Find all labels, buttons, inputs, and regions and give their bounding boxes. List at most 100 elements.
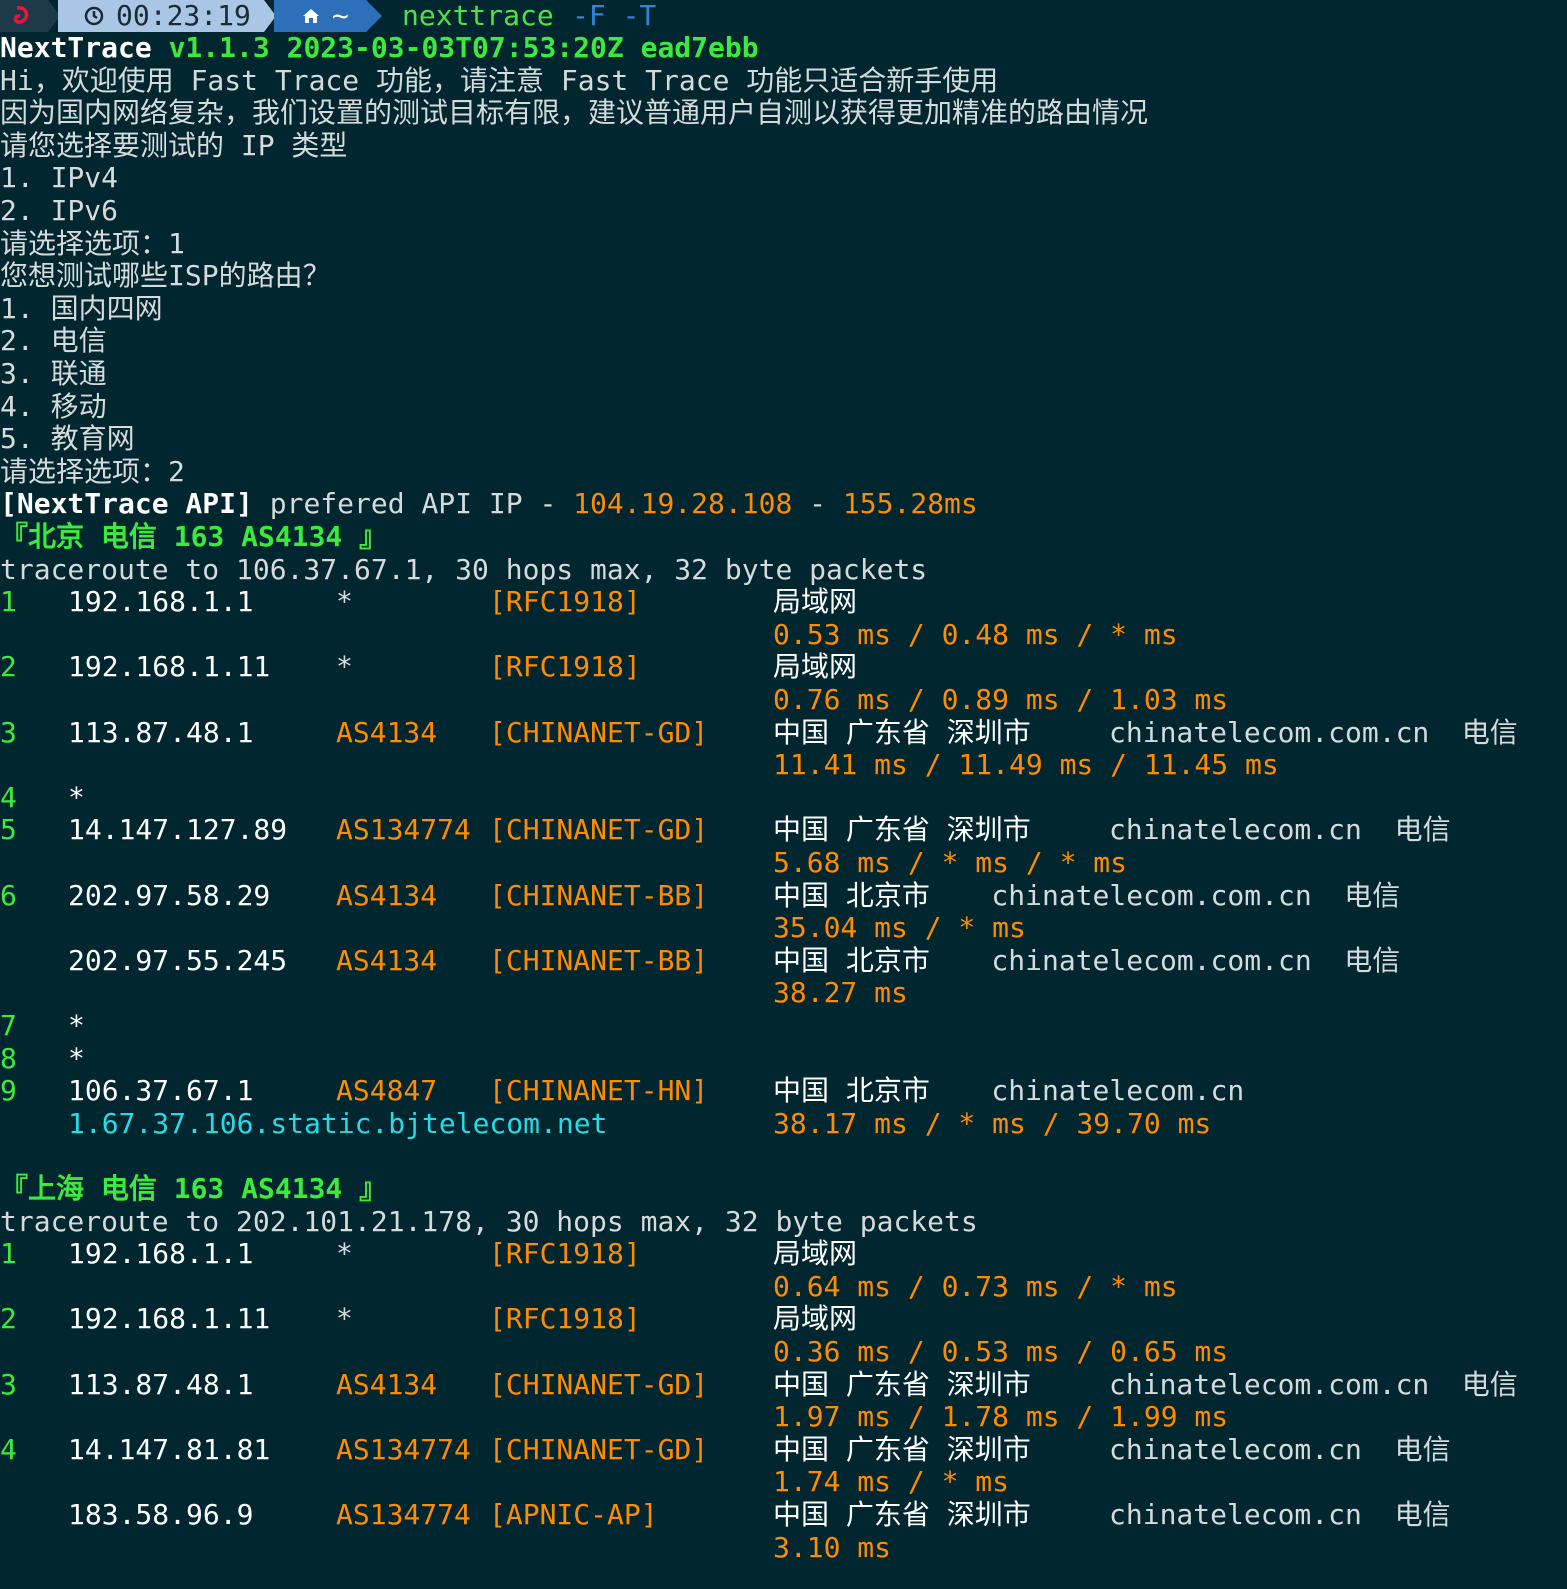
hop-geo: 局域网: [773, 1302, 858, 1336]
traceroute-text: traceroute to 202.101.21.178, 30 hops ma…: [0, 1204, 978, 1238]
hop-ip: 192.168.1.11: [68, 1302, 271, 1336]
time-segment: 00:23:19: [58, 0, 264, 32]
hop-isp: 电信: [1461, 715, 1518, 749]
api-sep: -: [792, 487, 843, 521]
hop-geo: 中国 广东省 深圳市: [773, 1432, 1031, 1466]
hop-isp: 电信: [1394, 813, 1451, 847]
hop-domain: chinatelecom.com.cn: [1109, 1367, 1430, 1401]
hop-hostname: 1.67.37.106.static.bjtelecom.net: [68, 1106, 608, 1140]
hop-geo: 局域网: [773, 650, 858, 684]
intro-text: 2. IPv6: [0, 194, 119, 227]
hop-network: [RFC1918]: [489, 1237, 641, 1271]
hop-ip: 183.58.96.9: [68, 1498, 254, 1531]
hop-ip: 113.87.48.1: [68, 1367, 254, 1401]
intro-text: 因为国内网络复杂，我们设置的测试目标有限，建议普通用户自测以获得更加精准的路由情…: [0, 96, 1149, 130]
hop-number: 6: [0, 878, 17, 912]
hop-asn: AS134774: [336, 1432, 471, 1466]
hop-rtt: 1.97 ms / 1.78 ms / 1.99 ms: [773, 1400, 1229, 1434]
hop-ip: 113.87.48.1: [68, 715, 254, 749]
hop-geo: 中国 广东省 深圳市: [773, 1498, 1031, 1531]
hop-ip: *: [68, 780, 85, 814]
hop-ip: 14.147.81.81: [68, 1432, 271, 1466]
hop-domain: chinatelecom.cn: [991, 1074, 1245, 1108]
api-latency: 155.28ms: [842, 487, 978, 521]
hop-ip: 192.168.1.1: [68, 585, 254, 619]
traceroute-header: traceroute to 202.101.21.178, 30 hops ma…: [0, 1204, 978, 1239]
hop-domain: chinatelecom.cn: [1109, 813, 1362, 847]
hop-number: 1: [0, 585, 17, 619]
section-title: 『北京 电信 163 AS4134 』: [0, 520, 388, 554]
intro-text: 2. 电信: [0, 324, 107, 358]
hop-network: [CHINANET-BB]: [489, 878, 709, 912]
api-line: [NextTrace API] prefered API IP - 104.19…: [0, 488, 978, 521]
hop-number: 2: [0, 1302, 17, 1336]
hop-geo: 中国 广东省 深圳市: [773, 813, 1031, 847]
intro-text: 请选择选项：2: [0, 454, 185, 488]
hop-rtt: 0.64 ms / 0.73 ms / * ms: [773, 1269, 1178, 1303]
hop-rtt: 38.27 ms: [773, 976, 908, 1010]
hop-ip: 14.147.127.89: [68, 813, 288, 847]
command-name: nexttrace: [402, 0, 554, 32]
intro-text: 3. 联通: [0, 357, 107, 390]
prompt-time: 00:23:19: [116, 0, 251, 32]
intro-text: 您想测试哪些ISP的路由？: [0, 259, 331, 293]
intro-line: Hi，欢迎使用 Fast Trace 功能，请注意 Fast Trace 功能只…: [0, 64, 998, 98]
intro-text: 1. 国内四网: [0, 291, 163, 325]
clock-icon: [84, 6, 104, 26]
hop-domain: chinatelecom.cn: [1109, 1498, 1362, 1531]
app-name: NextTrace: [0, 31, 152, 64]
hop-domain: chinatelecom.com.cn: [991, 943, 1312, 977]
hop-asn: *: [336, 1237, 353, 1271]
intro-line: 1. IPv4: [0, 162, 118, 195]
directory-segment: ~: [274, 0, 366, 32]
terminal-window[interactable]: 00:23:19 ~ nexttrace -F -T NextTrace v1.…: [0, 0, 1567, 1589]
hop-number: 4: [0, 780, 17, 814]
hop-isp: 电信: [1344, 943, 1401, 977]
intro-line: 因为国内网络复杂，我们设置的测试目标有限，建议普通用户自测以获得更加精准的路由情…: [0, 96, 1149, 130]
hop-number: 7: [0, 1009, 17, 1042]
hop-number: 8: [0, 1041, 17, 1075]
hop-rtt: 3.10 ms: [773, 1530, 892, 1564]
intro-line: 3. 联通: [0, 357, 107, 391]
hop-domain: chinatelecom.cn: [1109, 1432, 1362, 1466]
intro-text: 请您选择要测试的 IP 类型: [0, 128, 348, 162]
hop-geo: 局域网: [773, 585, 858, 619]
hop-network: [CHINANET-GD]: [489, 1367, 709, 1401]
intro-line: 请您选择要测试的 IP 类型: [0, 128, 348, 163]
hop-asn: AS4134: [336, 878, 438, 912]
traceroute-text: traceroute to 106.37.67.1, 30 hops max, …: [0, 552, 928, 586]
hop-asn: *: [336, 585, 353, 619]
intro-line: 2. IPv6: [0, 194, 119, 228]
home-icon: [303, 9, 319, 23]
version-info: v1.1.3 2023-03-03T07:53:20Z ead7ebb: [168, 31, 759, 64]
intro-line: 请选择选项：2: [0, 454, 185, 489]
hop-geo: 中国 北京市: [773, 1074, 930, 1108]
hop-domain: chinatelecom.com.cn: [1109, 715, 1430, 749]
hop-number: 3: [0, 1367, 17, 1401]
target-title: 『北京 电信 163 AS4134 』: [0, 520, 388, 553]
hop-isp: 电信: [1461, 1367, 1518, 1401]
intro-line: 1. 国内四网: [0, 291, 163, 326]
intro-text: 5. 教育网: [0, 422, 135, 456]
hop-geo: 中国 北京市: [773, 943, 930, 977]
hop-isp: 电信: [1394, 1432, 1451, 1466]
hop-geo: 局域网: [773, 1237, 858, 1271]
segment-separator: [366, 0, 382, 32]
hop-network: [CHINANET-GD]: [489, 715, 709, 749]
hop-network: [CHINANET-HN]: [489, 1074, 709, 1108]
intro-line: 您想测试哪些ISP的路由？: [0, 259, 331, 293]
hop-network: [CHINANET-BB]: [489, 943, 709, 977]
hop-ip: 202.97.58.29: [68, 878, 271, 912]
hop-rtt: 0.36 ms / 0.53 ms / 0.65 ms: [773, 1335, 1229, 1368]
hop-ip: 202.97.55.245: [68, 943, 288, 977]
hop-isp: 电信: [1394, 1498, 1451, 1531]
hop-asn: AS134774: [336, 813, 471, 847]
hop-ip: *: [68, 1041, 85, 1075]
hop-network: [APNIC-AP]: [489, 1498, 658, 1531]
hop-network: [CHINANET-GD]: [489, 1432, 709, 1466]
traceroute-header: traceroute to 106.37.67.1, 30 hops max, …: [0, 552, 928, 587]
hop-rtt: 0.53 ms / 0.48 ms / * ms: [773, 617, 1178, 651]
hop-number: 9: [0, 1074, 17, 1108]
hop-network: [RFC1918]: [489, 1302, 641, 1336]
hop-ip: *: [68, 1009, 85, 1042]
